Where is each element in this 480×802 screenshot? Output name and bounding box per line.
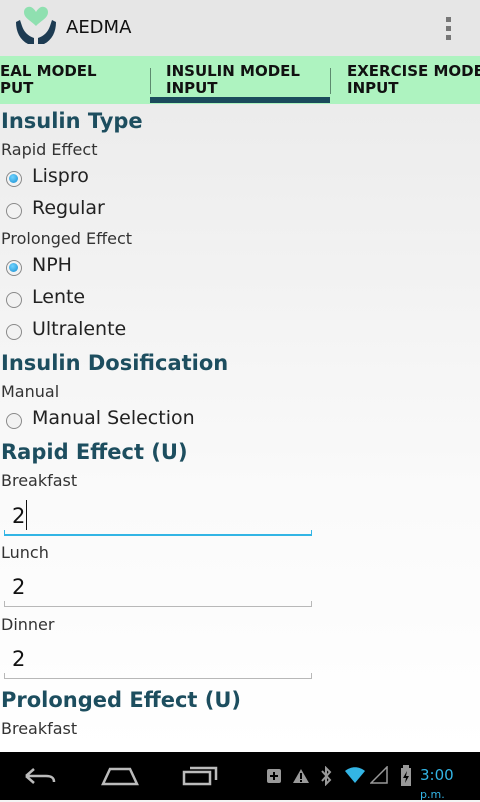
selected-tab-indicator [150,97,330,103]
radio-label: Ultralente [32,318,127,340]
radio-unchecked-icon [6,413,22,429]
recent-apps-icon[interactable] [182,762,220,788]
tab-label: INSULIN MODEL INPUT [166,62,300,97]
back-icon[interactable] [22,764,58,788]
system-nav-bar: 3:00 p.m. [0,752,480,802]
signal-icon [370,766,388,784]
rapid-dinner-input[interactable]: 2 [4,643,312,679]
radio-label: Lente [32,286,86,308]
rapid-effect-label: Rapid Effect [1,140,98,159]
radio-unchecked-icon [6,203,22,219]
insulin-dosification-heading: Insulin Dosification [1,351,229,375]
status-clock: 3:00 p.m. [420,766,480,802]
radio-label: Regular [32,197,105,219]
tab-exercise-model-input[interactable]: EXERCISE MODEL INPUT [347,56,480,104]
heart-hands-logo-icon [16,6,56,44]
battery-charging-icon [401,765,411,786]
radio-label: Lispro [32,165,89,187]
rapid-breakfast-label: Breakfast [1,471,78,490]
prolonged-effect-dose-heading: Prolonged Effect (U) [1,688,242,712]
text-cursor [26,500,27,530]
radio-unchecked-icon [6,292,22,308]
tab-label: EXERCISE MODEL INPUT [347,62,480,97]
input-value: 2 [12,504,26,528]
radio-checked-icon [6,171,22,187]
radio-checked-icon [6,260,22,276]
radio-label: NPH [32,254,72,276]
bluetooth-icon [321,766,332,786]
notification-add-icon [267,769,281,783]
prolonged-effect-label: Prolonged Effect [1,229,133,248]
prolonged-breakfast-label: Breakfast [1,719,78,738]
app-title: AEDMA [66,17,132,38]
radio-label: Manual Selection [32,407,195,429]
home-icon[interactable] [100,764,140,788]
manual-label: Manual [1,382,60,401]
insulin-form[interactable]: Insulin Type Rapid Effect Lispro Regular… [0,104,480,752]
clock-ampm: p.m. [420,788,445,801]
action-bar: AEDMA [0,0,480,56]
rapid-breakfast-input[interactable]: 2 [4,500,312,536]
warning-icon [293,769,309,783]
insulin-type-heading: Insulin Type [1,109,143,133]
tab-meal-model-input[interactable]: EAL MODEL PUT [0,56,148,104]
rapid-effect-dose-heading: Rapid Effect (U) [1,440,188,464]
radio-unchecked-icon [6,324,22,340]
clock-time: 3:00 [420,766,454,784]
wifi-icon [345,767,365,783]
input-value: 2 [12,575,26,599]
rapid-dinner-label: Dinner [1,615,55,634]
input-value: 2 [12,647,26,671]
overflow-menu-icon[interactable] [432,12,464,44]
rapid-lunch-input[interactable]: 2 [4,571,312,607]
tab-label: EAL MODEL PUT [0,62,97,97]
rapid-lunch-label: Lunch [1,543,49,562]
